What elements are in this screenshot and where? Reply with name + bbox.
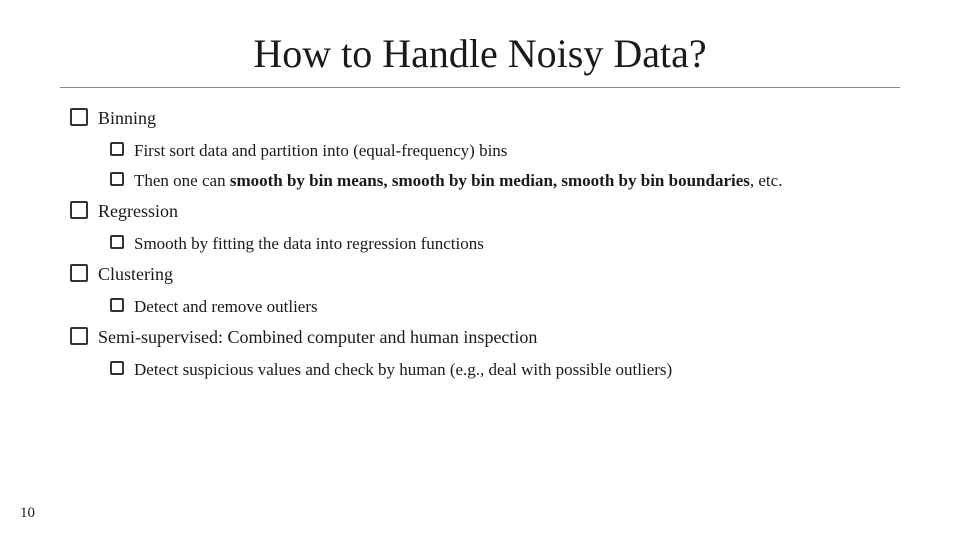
list-item-regression-sub1: Smooth by fitting the data into regressi… [110,232,900,256]
text-binning-sub2: Then one can smooth by bin means, smooth… [134,169,782,193]
content-area: Binning First sort data and partition in… [60,106,900,382]
list-item-semi-sub1: Detect suspicious values and check by hu… [110,358,900,382]
slide-title: How to Handle Noisy Data? [60,30,900,77]
text-binning: Binning [98,106,156,131]
text-regression-sub1: Smooth by fitting the data into regressi… [134,232,484,256]
bullet-regression-sub1 [110,235,124,249]
bullet-binning-sub1 [110,142,124,156]
list-item-clustering: Clustering [70,262,900,287]
slide: How to Handle Noisy Data? Binning First … [0,0,960,540]
text-semi: Semi-supervised: Combined computer and h… [98,325,537,350]
list-item-semi: Semi-supervised: Combined computer and h… [70,325,900,350]
bullet-binning [70,108,88,126]
text-clustering: Clustering [98,262,173,287]
bullet-semi-sub1 [110,361,124,375]
page-number: 10 [20,505,35,522]
bullet-binning-sub2 [110,172,124,186]
divider [60,87,900,88]
bullet-clustering [70,264,88,282]
text-regression: Regression [98,199,178,224]
text-semi-sub1: Detect suspicious values and check by hu… [134,358,672,382]
text-binning-sub1: First sort data and partition into (equa… [134,139,507,163]
bullet-semi [70,327,88,345]
text-clustering-sub1: Detect and remove outliers [134,295,318,319]
bullet-clustering-sub1 [110,298,124,312]
bullet-regression [70,201,88,219]
list-item-regression: Regression [70,199,900,224]
list-item-binning-sub1: First sort data and partition into (equa… [110,139,900,163]
list-item-binning-sub2: Then one can smooth by bin means, smooth… [110,169,900,193]
list-item-clustering-sub1: Detect and remove outliers [110,295,900,319]
list-item-binning: Binning [70,106,900,131]
bold-text-smooth: smooth by bin means, smooth by bin media… [230,171,750,190]
